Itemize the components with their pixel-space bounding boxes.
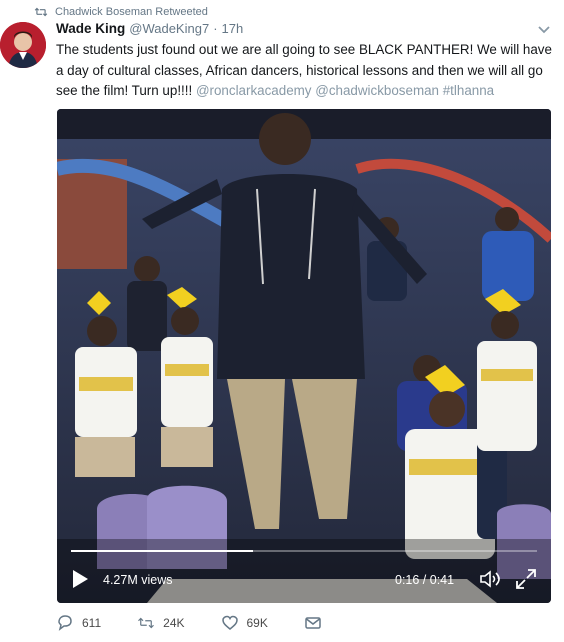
reply-button[interactable]: 611: [56, 614, 101, 632]
retweet-context: Chadwick Boseman Retweeted: [34, 4, 208, 20]
retweet-button[interactable]: 24K: [137, 614, 185, 632]
retweet-icon: [138, 617, 155, 629]
tweet-actions: 611 24K 69K: [56, 611, 358, 635]
author-name[interactable]: Wade King: [56, 21, 125, 36]
play-icon[interactable]: [71, 569, 89, 589]
retweet-icon: [34, 7, 48, 17]
video-player[interactable]: 4.27M views 0:16 / 0:41: [57, 109, 551, 603]
retweet-count: 24K: [163, 616, 185, 630]
envelope-icon: [305, 617, 321, 629]
volume-icon[interactable]: [479, 569, 501, 589]
tweet-timestamp[interactable]: 17h: [222, 21, 244, 36]
video-timecode: 0:16 / 0:41: [395, 573, 455, 587]
video-controls: 4.27M views 0:16 / 0:41: [57, 561, 551, 597]
like-count: 69K: [246, 616, 268, 630]
video-progress-bar[interactable]: [71, 550, 537, 552]
author-avatar[interactable]: [0, 22, 46, 68]
mention-ronclarkacademy[interactable]: @ronclarkacademy: [196, 83, 312, 98]
heart-icon: [221, 615, 238, 630]
mention-chadwickboseman[interactable]: @chadwickboseman: [315, 83, 439, 98]
retweet-label[interactable]: Chadwick Boseman Retweeted: [55, 6, 208, 18]
header-separator: ·: [213, 21, 218, 36]
direct-message-button[interactable]: [304, 614, 322, 632]
video-progress-fill: [71, 550, 253, 552]
fullscreen-icon[interactable]: [515, 568, 537, 590]
author-handle[interactable]: @WadeKing7: [129, 21, 209, 36]
video-frame: [57, 109, 551, 603]
tweet-header: Wade King @WadeKing7 · 17h: [56, 21, 243, 36]
reply-count: 611: [82, 616, 102, 630]
tweet-text: The students just found out we are all g…: [56, 40, 556, 102]
reply-icon: [58, 615, 72, 631]
hashtag-tlhanna[interactable]: #tlhanna: [443, 83, 494, 98]
view-count: 4.27M views: [103, 573, 173, 587]
like-button[interactable]: 69K: [221, 614, 268, 632]
chevron-down-icon[interactable]: [537, 25, 551, 35]
